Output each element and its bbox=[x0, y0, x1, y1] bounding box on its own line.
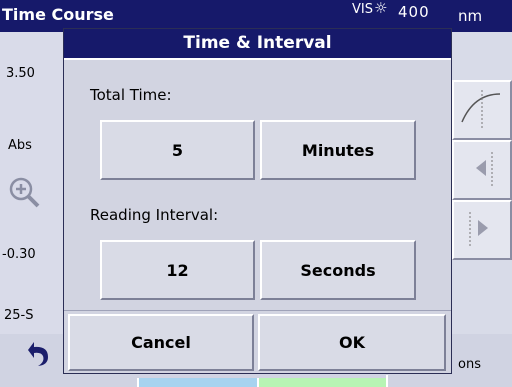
y-axis-max: 3.50 bbox=[6, 66, 35, 81]
total-time-unit-button[interactable]: Minutes bbox=[260, 120, 416, 180]
dialog-title: Time & Interval bbox=[64, 29, 451, 58]
wavelength-unit: nm bbox=[458, 7, 483, 25]
screen-title: Time Course bbox=[2, 5, 114, 24]
mode-indicator: VIS bbox=[352, 2, 373, 17]
lamp-icon: ☼ bbox=[374, 0, 388, 17]
options-button[interactable]: ons bbox=[458, 357, 481, 372]
curve-icon bbox=[461, 90, 501, 130]
time-interval-dialog: Time & Interval Total Time: 5 Minutes Re… bbox=[63, 28, 452, 374]
reading-interval-label: Reading Interval: bbox=[90, 206, 219, 224]
y-axis-min: -0.30 bbox=[2, 247, 36, 262]
arrow-left-icon bbox=[476, 152, 493, 186]
zoom-in-icon[interactable] bbox=[4, 172, 44, 212]
curve-view-button[interactable] bbox=[452, 80, 512, 140]
total-time-label: Total Time: bbox=[90, 86, 172, 104]
next-button[interactable] bbox=[452, 200, 512, 260]
dialog-body: Total Time: 5 Minutes Reading Interval: … bbox=[64, 58, 451, 373]
arrow-right-icon bbox=[469, 212, 488, 246]
back-arrow-icon[interactable] bbox=[18, 332, 58, 372]
divider bbox=[64, 310, 451, 311]
app-window: Time Course VIS ☼ 400 nm 3.50 Abs -0.30 … bbox=[0, 0, 512, 387]
cancel-button[interactable]: Cancel bbox=[68, 314, 254, 371]
tab-indicator-green bbox=[257, 378, 387, 387]
wavelength-value: 400 bbox=[398, 3, 430, 21]
x-axis-start: 25-S bbox=[4, 308, 34, 323]
y-axis-unit: Abs bbox=[8, 138, 32, 153]
divider bbox=[386, 375, 388, 387]
reading-interval-value-button[interactable]: 12 bbox=[100, 240, 255, 300]
previous-button[interactable] bbox=[452, 140, 512, 200]
ok-button[interactable]: OK bbox=[258, 314, 446, 371]
tab-indicator-blue bbox=[137, 378, 257, 387]
reading-interval-unit-button[interactable]: Seconds bbox=[260, 240, 416, 300]
total-time-value-button[interactable]: 5 bbox=[100, 120, 255, 180]
